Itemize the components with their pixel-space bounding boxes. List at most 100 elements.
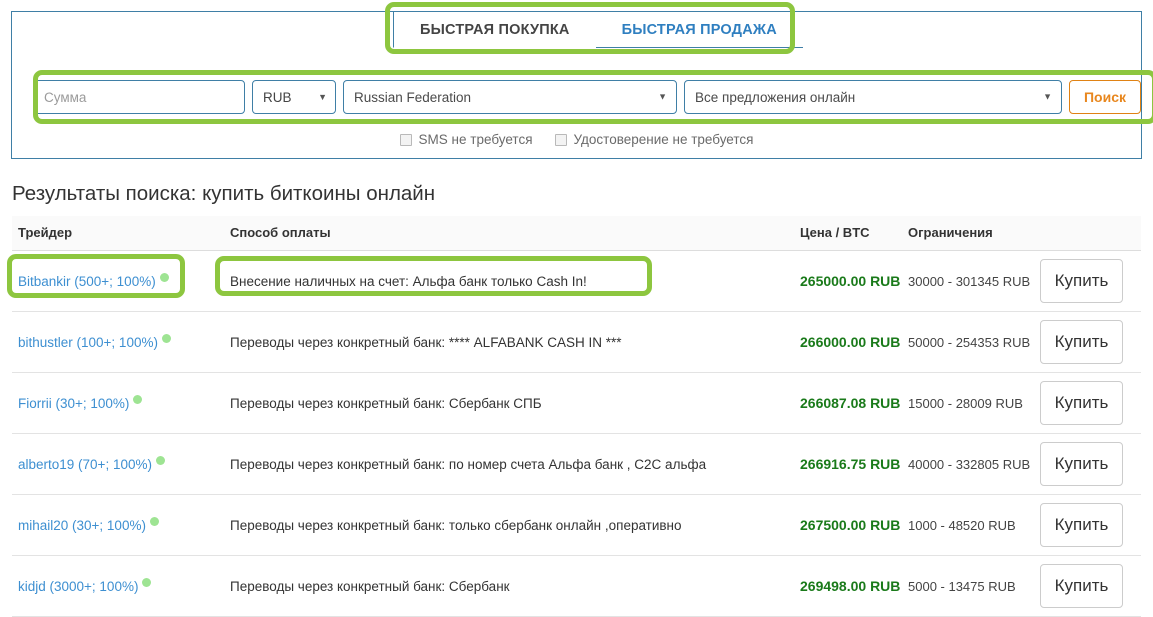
price-value: 266000.00 RUB: [800, 333, 901, 350]
online-status-dot-icon: [149, 517, 159, 526]
trader-link[interactable]: Bitbankir (500+; 100%): [18, 274, 156, 289]
country-select[interactable]: Russian Federation ▼: [343, 80, 677, 114]
cell-trader: Fiorrii (30+; 100%): [12, 372, 230, 434]
buy-button-label: Купить: [1054, 576, 1109, 595]
buy-button[interactable]: Купить: [1040, 442, 1123, 486]
currency-value: RUB: [263, 89, 292, 105]
cell-action: Купить: [1040, 555, 1141, 617]
buy-button[interactable]: Купить: [1040, 503, 1123, 547]
cell-action: Купить: [1040, 433, 1141, 495]
limits-value: 30000 - 301345 RUB: [908, 273, 1031, 289]
price-value: 265000.00 RUB: [800, 272, 901, 289]
payment-method-text: Переводы через конкретный банк: по номер…: [230, 456, 707, 472]
online-status-dot-icon: [159, 273, 169, 282]
trader-link[interactable]: mihail20 (30+; 100%): [18, 518, 146, 533]
limits-value: 40000 - 332805 RUB: [908, 456, 1031, 472]
cell-limits: 40000 - 332805 RUB: [908, 433, 1040, 495]
payment-method-value: Все предложения онлайн: [695, 89, 856, 105]
cell-price: 267500.00 RUB: [800, 494, 908, 556]
search-button[interactable]: Поиск: [1069, 80, 1141, 114]
checkbox-box-icon[interactable]: [399, 133, 412, 146]
payment-method-text: Переводы через конкретный банк: **** ALF…: [230, 334, 622, 350]
buy-button[interactable]: Купить: [1040, 381, 1123, 425]
buy-button-label: Купить: [1054, 454, 1109, 473]
payment-method-text: Переводы через конкретный банк: только с…: [230, 517, 682, 533]
trader-link[interactable]: bithustler (100+; 100%): [18, 335, 158, 350]
cell-price: 266087.08 RUB: [800, 372, 908, 434]
quick-trade-panel: БЫСТРАЯ ПОКУПКА БЫСТРАЯ ПРОДАЖА Сумма RU…: [11, 2, 1153, 159]
payment-method-select[interactable]: Все предложения онлайн ▼: [684, 80, 1062, 114]
chevron-down-icon: ▼: [318, 91, 327, 102]
table-header-row: Трейдер Способ оплаты Цена / BTC Огранич…: [12, 216, 1141, 251]
trade-mode-tabs: БЫСТРАЯ ПОКУПКА БЫСТРАЯ ПРОДАЖА: [393, 12, 803, 48]
cell-method: Переводы через конкретный банк: **** ALF…: [230, 311, 800, 373]
buy-button-label: Купить: [1054, 271, 1109, 290]
cell-trader: Bitbankir (500+; 100%): [12, 250, 230, 312]
trader-link[interactable]: Fiorrii (30+; 100%): [18, 396, 129, 411]
country-value: Russian Federation: [354, 89, 472, 105]
offers-table-head: Трейдер Способ оплаты Цена / BTC Огранич…: [12, 216, 1141, 251]
cell-limits: 50000 - 254353 RUB: [908, 311, 1040, 373]
trader-link[interactable]: kidjd (3000+; 100%): [18, 579, 138, 594]
currency-select[interactable]: RUB ▼: [252, 80, 336, 114]
price-value: 269498.00 RUB: [800, 577, 901, 594]
table-row: kidjd (3000+; 100%) Переводы через конкр…: [12, 555, 1141, 617]
online-status-dot-icon: [142, 578, 152, 587]
amount-input[interactable]: Сумма: [33, 80, 245, 114]
payment-method-text: Внесение наличных на счет: Альфа банк то…: [230, 273, 587, 289]
tab-quick-buy[interactable]: БЫСТРАЯ ПОКУПКА: [393, 12, 596, 48]
search-form: Сумма RUB ▼ Russian Federation ▼ Все пре…: [33, 72, 1153, 122]
search-button-label: Поиск: [1083, 89, 1126, 105]
table-row: alberto19 (70+; 100%) Переводы через кон…: [12, 433, 1141, 495]
limits-value: 1000 - 48520 RUB: [908, 517, 1016, 533]
online-status-dot-icon: [161, 334, 171, 343]
cell-limits: 5000 - 13475 RUB: [908, 555, 1040, 617]
offers-table-body: Bitbankir (500+; 100%) Внесение наличных…: [12, 250, 1141, 617]
price-value: 267500.00 RUB: [800, 516, 901, 533]
buy-button-label: Купить: [1054, 515, 1109, 534]
payment-method-text: Переводы через конкретный банк: Сбербанк: [230, 578, 510, 594]
cell-limits: 30000 - 301345 RUB: [908, 250, 1040, 312]
table-row: Bitbankir (500+; 100%) Внесение наличных…: [12, 250, 1141, 312]
tab-quick-sell[interactable]: БЫСТРАЯ ПРОДАЖА: [595, 12, 803, 48]
trader-link[interactable]: alberto19 (70+; 100%): [18, 457, 152, 472]
cell-price: 266000.00 RUB: [800, 311, 908, 373]
column-header-trader: Трейдер: [12, 216, 230, 251]
column-header-action: [1040, 216, 1141, 251]
offers-table: Трейдер Способ оплаты Цена / BTC Огранич…: [12, 216, 1141, 617]
buy-button-label: Купить: [1054, 332, 1109, 351]
online-status-dot-icon: [133, 395, 143, 404]
cell-method: Внесение наличных на счет: Альфа банк то…: [230, 250, 800, 312]
checkbox-no-id-label: Удостоверение не требуется: [573, 132, 754, 147]
cell-trader: kidjd (3000+; 100%): [12, 555, 230, 617]
online-status-dot-icon: [155, 456, 165, 465]
cell-action: Купить: [1040, 311, 1141, 373]
cell-trader: alberto19 (70+; 100%): [12, 433, 230, 495]
price-value: 266087.08 RUB: [800, 394, 901, 411]
buy-button[interactable]: Купить: [1040, 259, 1123, 303]
buy-button[interactable]: Купить: [1040, 320, 1123, 364]
filter-checkbox-row: SMS не требуется Удостоверение не требуе…: [12, 132, 1141, 147]
cell-method: Переводы через конкретный банк: только с…: [230, 494, 800, 556]
cell-action: Купить: [1040, 494, 1141, 556]
column-header-price: Цена / BTC: [800, 216, 908, 251]
limits-value: 5000 - 13475 RUB: [908, 578, 1016, 594]
page-title: Результаты поиска: купить биткоины онлай…: [12, 182, 436, 205]
cell-price: 269498.00 RUB: [800, 555, 908, 617]
cell-trader: bithustler (100+; 100%): [12, 311, 230, 373]
table-row: mihail20 (30+; 100%) Переводы через конк…: [12, 494, 1141, 556]
cell-action: Купить: [1040, 250, 1141, 312]
cell-price: 265000.00 RUB: [800, 250, 908, 312]
cell-trader: mihail20 (30+; 100%): [12, 494, 230, 556]
tab-quick-buy-label: БЫСТРАЯ ПОКУПКА: [420, 22, 570, 38]
checkbox-no-id[interactable]: Удостоверение не требуется: [554, 132, 754, 147]
checkbox-no-sms[interactable]: SMS не требуется: [399, 132, 533, 147]
payment-method-text: Переводы через конкретный банк: Сбербанк…: [230, 395, 542, 411]
buy-button[interactable]: Купить: [1040, 564, 1123, 608]
checkbox-box-icon[interactable]: [554, 133, 567, 146]
cell-method: Переводы через конкретный банк: по номер…: [230, 433, 800, 495]
table-row: Fiorrii (30+; 100%) Переводы через конкр…: [12, 372, 1141, 434]
column-header-method: Способ оплаты: [230, 216, 800, 251]
limits-value: 50000 - 254353 RUB: [908, 334, 1031, 350]
cell-method: Переводы через конкретный банк: Сбербанк: [230, 555, 800, 617]
